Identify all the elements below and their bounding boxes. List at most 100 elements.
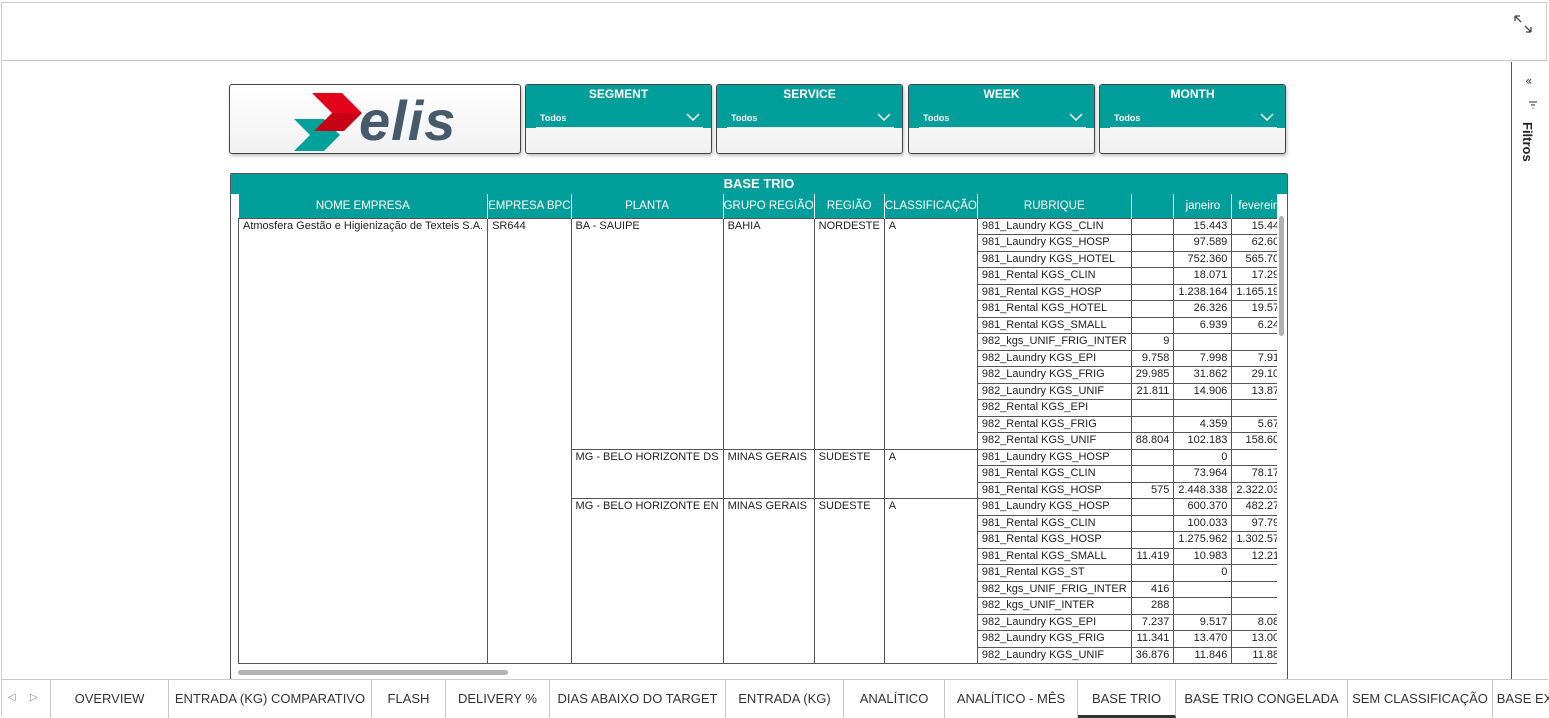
cell-grupo-regiao: BAHIA (722, 217, 815, 450)
cell-value: 26.326 (1173, 300, 1233, 318)
cell-rubrique: 982_Laundry KGS_UNIF (976, 382, 1132, 400)
cell-value: 11.846 (1173, 646, 1233, 664)
collapse-filters-icon[interactable]: « (1525, 74, 1532, 88)
cell-value: 9.758 (1130, 349, 1175, 367)
cell-value (1130, 267, 1175, 285)
column-header[interactable]: RUBRIQUE (977, 194, 1132, 218)
top-bar (2, 3, 1546, 61)
cell-value: 1.238.164 (1173, 283, 1233, 301)
cell-value: 565.700 (1231, 250, 1277, 268)
tab-overview[interactable]: OVERVIEW (50, 680, 169, 718)
cell-value (1130, 283, 1175, 301)
cell-value: 7.998 (1173, 349, 1233, 367)
slicer-segment-title: SEGMENT (588, 87, 649, 101)
tab-entrada-kg[interactable]: ENTRADA (KG) (726, 680, 844, 718)
column-header[interactable]: CLASSIFICAÇÃO (884, 194, 978, 218)
column-header[interactable]: GRUPO REGIÃO (723, 194, 815, 218)
cell-value (1130, 316, 1175, 334)
cell-value: 0 (1173, 448, 1233, 466)
cell-rubrique: 982_Laundry KGS_EPI (976, 349, 1132, 367)
cell-value (1231, 399, 1277, 417)
column-header[interactable]: EMPRESA BPC (487, 194, 572, 218)
cell-rubrique: 981_Rental KGS_HOSP (976, 283, 1132, 301)
cell-value (1130, 234, 1175, 252)
cell-classificacao: A (883, 217, 978, 450)
tab-entrada-kg-comparativo[interactable]: ENTRADA (KG) COMPARATIVO (169, 680, 372, 718)
cell-value: 1.302.575 (1231, 531, 1277, 549)
tab-anal-tico-m-s[interactable]: ANALÍTICO - MÊS (945, 680, 1078, 718)
tab-base-trio[interactable]: BASE TRIO (1078, 680, 1176, 718)
cell-value: 62.603 (1231, 234, 1277, 252)
cell-value: 9 (1130, 333, 1175, 351)
cell-value: 19.573 (1231, 300, 1277, 318)
tab-anal-tico[interactable]: ANALÍTICO (844, 680, 945, 718)
slicer-segment: SEGMENT Todos (525, 84, 712, 154)
cell-rubrique: 981_Rental KGS_HOTEL (976, 300, 1132, 318)
slicer-month: MONTH Todos (1099, 84, 1286, 154)
column-header[interactable]: janeiro (1173, 194, 1233, 218)
tab-delivery[interactable]: DELIVERY % (446, 680, 550, 718)
cell-value (1130, 498, 1175, 516)
chevron-down-icon (1069, 113, 1083, 122)
cell-value: 288 (1130, 597, 1175, 615)
cell-value: 29.101 (1231, 366, 1277, 384)
table-title: BASE TRIO (231, 174, 1287, 194)
cell-rubrique: 982_Rental KGS_UNIF (976, 432, 1132, 450)
horizontal-scrollbar[interactable] (238, 669, 1277, 677)
column-header[interactable]: fevereiro (1231, 194, 1277, 218)
cell-value (1231, 333, 1277, 351)
slicer-service: SERVICE Todos (716, 84, 903, 154)
cell-rubrique: 981_Laundry KGS_HOSP (976, 234, 1132, 252)
cell-value (1173, 597, 1233, 615)
column-header[interactable]: NOME EMPRESA (238, 194, 489, 218)
slicer-segment-dropdown[interactable]: Todos (536, 108, 703, 128)
cell-classificacao: A (883, 498, 978, 664)
expand-icon[interactable] (1512, 13, 1534, 35)
slicer-month-dropdown[interactable]: Todos (1110, 108, 1277, 128)
tab-next-icon[interactable]: ▷ (30, 692, 38, 703)
tab-base-ext[interactable]: BASE EXT (1493, 680, 1549, 718)
cell-value: 100.033 (1173, 514, 1233, 532)
cell-value: 752.360 (1173, 250, 1233, 268)
cell-classificacao: A (883, 448, 978, 499)
column-header[interactable]: REGIÃO (814, 194, 885, 218)
cell-value: 482.275 (1231, 498, 1277, 516)
cell-value (1231, 448, 1277, 466)
slicer-service-title: SERVICE (783, 87, 836, 101)
cell-grupo-regiao: MINAS GERAIS (722, 448, 815, 499)
elis-chevron-logo-icon (294, 93, 362, 151)
tab-sem-classifica-o[interactable]: SEM CLASSIFICAÇÃO (1348, 680, 1493, 718)
data-table: NOME EMPRESA EMPRESA BPC PLANTA GRUPO REGIÃ… (238, 194, 1277, 664)
cell-value: 1.275.962 (1173, 531, 1233, 549)
vertical-scrollbar[interactable] (1279, 216, 1284, 336)
cell-rubrique: 981_Rental KGS_SMALL (976, 547, 1132, 565)
tab-prev-icon[interactable]: ◁ (8, 692, 16, 703)
cell-regiao: SUDESTE (813, 498, 885, 664)
column-header[interactable]: PLANTA (571, 194, 724, 218)
cell-value (1130, 514, 1175, 532)
cell-value: 78.175 (1231, 465, 1277, 483)
cell-value: 21.811 (1130, 382, 1175, 400)
cell-value: 2.322.039 (1231, 481, 1277, 499)
tab-dias-abaixo-do-target[interactable]: DIAS ABAIXO DO TARGET (550, 680, 726, 718)
cell-value: 18.071 (1173, 267, 1233, 285)
cell-value: 0 (1173, 564, 1233, 582)
cell-rubrique: 981_Rental KGS_CLIN (976, 267, 1132, 285)
tab-base-trio-congelada[interactable]: BASE TRIO CONGELADA (1176, 680, 1348, 718)
tab-flash[interactable]: FLASH (372, 680, 446, 718)
cell-rubrique: 982_kgs_UNIF_INTER (976, 597, 1132, 615)
filters-label[interactable]: Filtros (1520, 122, 1535, 162)
cell-value (1231, 597, 1277, 615)
cell-value: 12.212 (1231, 547, 1277, 565)
cell-value: 6.939 (1173, 316, 1233, 334)
horizontal-scroll-thumb[interactable] (238, 670, 508, 675)
cell-value: 5.670 (1231, 415, 1277, 433)
cell-value (1130, 217, 1175, 235)
column-header[interactable] (1131, 194, 1175, 218)
cell-value: 158.608 (1231, 432, 1277, 450)
cell-rubrique: 982_Laundry KGS_FRIG (976, 630, 1132, 648)
slicer-week-dropdown[interactable]: Todos (919, 108, 1086, 128)
logo-card: elis (229, 84, 521, 154)
slicer-service-dropdown[interactable]: Todos (727, 108, 894, 128)
cell-value: 10.983 (1173, 547, 1233, 565)
